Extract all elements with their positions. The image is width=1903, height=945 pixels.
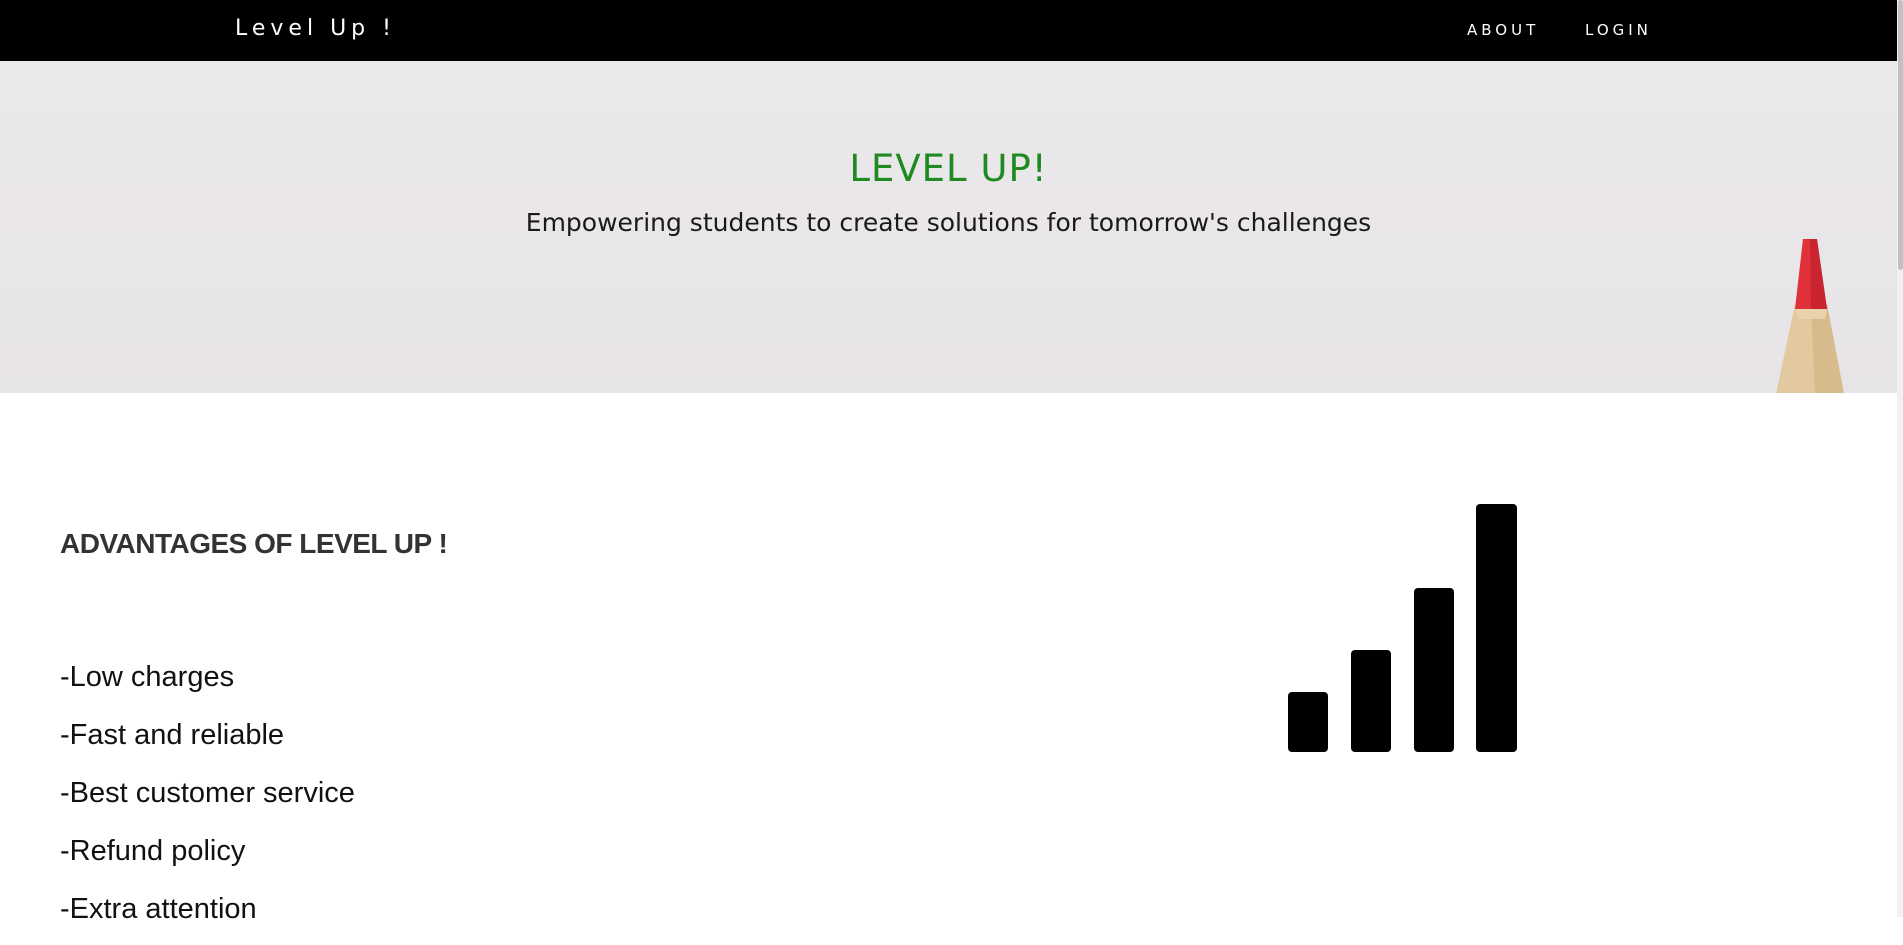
list-item: -Fast and reliable (60, 719, 285, 751)
pencil-image (1776, 239, 1844, 393)
brand-logo[interactable]: Level Up ! (235, 16, 396, 41)
list-item: -Refund policy (60, 835, 246, 867)
list-item: -Best customer service (60, 777, 355, 809)
hero-title: LEVEL UP! (849, 147, 1048, 190)
scrollbar-thumb[interactable] (1898, 0, 1903, 270)
navbar: Level Up ! ABOUT LOGIN (0, 0, 1897, 61)
advantages-list: -Low charges -Fast and reliable -Best cu… (60, 655, 355, 945)
hero-subtitle: Empowering students to create solutions … (525, 208, 1372, 237)
list-item: -Low charges (60, 661, 235, 693)
nav-link-about[interactable]: ABOUT (1467, 21, 1539, 39)
nav-link-login[interactable]: LOGIN (1585, 21, 1652, 39)
signal-bars-icon (1288, 504, 1517, 752)
hero-banner: LEVEL UP! Empowering students to create … (0, 61, 1897, 393)
list-item: -Extra attention (60, 893, 257, 925)
advantages-heading: ADVANTAGES OF LEVEL UP ! (60, 528, 448, 559)
